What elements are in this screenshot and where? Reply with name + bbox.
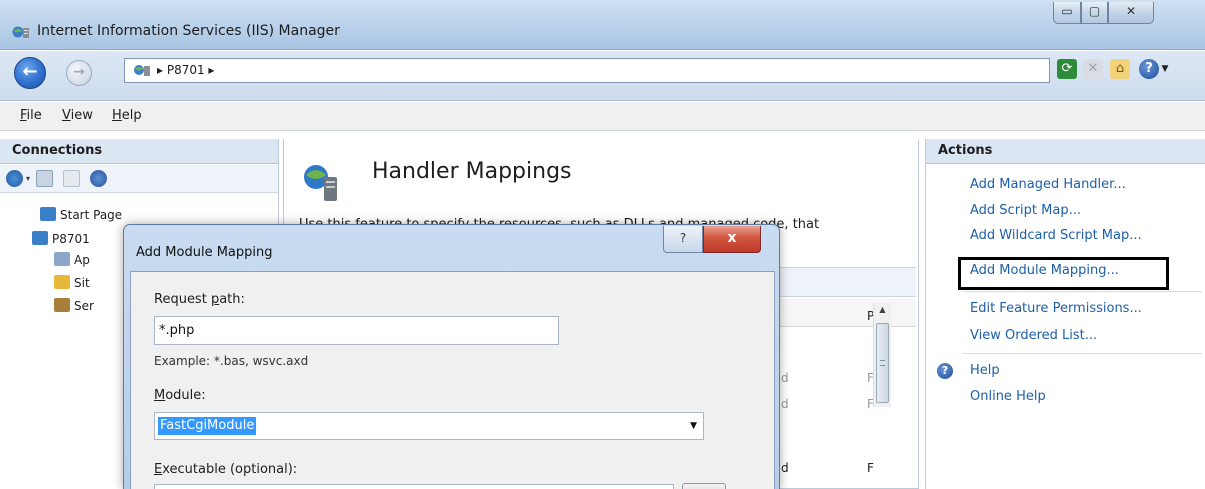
tree-item-server-farms[interactable]: Ser bbox=[54, 298, 94, 313]
handler-mappings-icon bbox=[304, 165, 337, 201]
close-icon: ✕ bbox=[1125, 4, 1137, 18]
executable-label: Executable (optional): bbox=[154, 462, 298, 477]
title-bar: Internet Information Services (IIS) Mana… bbox=[0, 0, 1205, 50]
back-button[interactable]: ← bbox=[14, 57, 46, 89]
actions-pane: Actions Add Managed Handler... Add Scrip… bbox=[925, 139, 1205, 489]
iis-app-icon bbox=[12, 26, 29, 38]
separator bbox=[962, 353, 1202, 354]
dialog-help-button[interactable]: ? bbox=[663, 226, 703, 253]
cell-letter: d bbox=[781, 371, 789, 385]
address-toolbar: ← → ▸ P8701 ▸ ⟳ ✕ ⌂ ? ▼ bbox=[0, 51, 1205, 101]
disconnect-icon[interactable] bbox=[90, 170, 107, 187]
grid-column-header bbox=[764, 299, 916, 327]
page-title: Handler Mappings bbox=[372, 159, 572, 184]
add-managed-handler-link[interactable]: Add Managed Handler... bbox=[970, 177, 1126, 192]
highlight-box bbox=[958, 257, 1169, 290]
help-icon: ? bbox=[679, 231, 687, 245]
sites-folder-icon bbox=[54, 275, 70, 289]
cell-letter: d bbox=[781, 461, 789, 475]
tree-item-server[interactable]: P8701 bbox=[32, 231, 90, 246]
address-path: ▸ P8701 ▸ bbox=[157, 63, 215, 77]
menu-bar: File View Help bbox=[0, 102, 1205, 131]
tree-item-sites[interactable]: Sit bbox=[54, 275, 90, 290]
cell-letter: d bbox=[781, 397, 789, 411]
request-path-example: Example: *.bas, wsvc.axd bbox=[154, 354, 309, 368]
add-wildcard-script-map-link[interactable]: Add Wildcard Script Map... bbox=[970, 228, 1142, 243]
home-icon[interactable]: ⌂ bbox=[1110, 59, 1130, 79]
address-bar[interactable]: ▸ P8701 ▸ bbox=[124, 58, 1050, 83]
module-selected-value: FastCgiModule bbox=[158, 417, 257, 435]
connections-header: Connections bbox=[0, 139, 278, 164]
scroll-up-icon[interactable]: ▲ bbox=[874, 305, 891, 314]
iis-server-icon bbox=[32, 231, 48, 245]
dialog-close-button[interactable]: x bbox=[703, 226, 761, 253]
request-path-input[interactable] bbox=[154, 316, 559, 345]
up-icon[interactable] bbox=[63, 170, 80, 187]
help-icon: ? bbox=[937, 363, 953, 379]
chevron-down-icon[interactable]: ▾ bbox=[26, 170, 34, 187]
dialog-body: Request path: Example: *.bas, wsvc.axd M… bbox=[130, 271, 775, 489]
online-help-link[interactable]: Online Help bbox=[970, 389, 1046, 404]
connections-toolbar: ▾ bbox=[0, 165, 278, 193]
stop-icon[interactable]: ✕ bbox=[1083, 59, 1103, 79]
add-module-mapping-dialog: Add Module Mapping ? x Request path: Exa… bbox=[123, 224, 780, 489]
view-ordered-list-link[interactable]: View Ordered List... bbox=[970, 328, 1097, 343]
close-icon: x bbox=[727, 230, 737, 246]
edit-feature-permissions-link[interactable]: Edit Feature Permissions... bbox=[970, 301, 1142, 316]
grip-icon bbox=[880, 360, 885, 366]
maximize-button[interactable]: ▢ bbox=[1081, 2, 1108, 24]
maximize-icon: ▢ bbox=[1088, 4, 1101, 18]
chevron-down-icon[interactable]: ▼ bbox=[690, 421, 697, 431]
request-path-label: Request path: bbox=[154, 292, 245, 307]
minimize-button[interactable]: ▭ bbox=[1053, 2, 1081, 24]
back-icon: ← bbox=[22, 61, 38, 82]
forward-button[interactable]: → bbox=[66, 60, 92, 86]
module-label: Module: bbox=[154, 388, 206, 403]
start-page-icon bbox=[40, 207, 56, 221]
module-select[interactable]: FastCgiModule ▼ bbox=[154, 412, 704, 440]
minimize-icon: ▭ bbox=[1061, 4, 1073, 18]
tree-item-app-pools[interactable]: Ap bbox=[54, 252, 90, 267]
menu-view[interactable]: View bbox=[62, 108, 93, 123]
grid-header bbox=[764, 267, 916, 297]
add-script-map-link[interactable]: Add Script Map... bbox=[970, 203, 1081, 218]
close-button[interactable]: ✕ bbox=[1108, 2, 1154, 24]
refresh-icon[interactable]: ⟳ bbox=[1057, 59, 1077, 79]
dialog-title: Add Module Mapping bbox=[136, 245, 273, 260]
menu-file[interactable]: File bbox=[20, 108, 42, 123]
connect-icon[interactable] bbox=[6, 170, 23, 187]
window-title: Internet Information Services (IIS) Mana… bbox=[37, 23, 340, 39]
server-farms-icon bbox=[54, 298, 70, 312]
actions-header: Actions bbox=[926, 139, 1205, 164]
help-link[interactable]: Help bbox=[970, 363, 1000, 378]
save-icon[interactable] bbox=[36, 170, 53, 187]
browse-button[interactable] bbox=[682, 483, 726, 489]
vertical-scrollbar[interactable]: ▲ bbox=[873, 303, 891, 407]
menu-help[interactable]: Help bbox=[112, 108, 142, 123]
forward-icon: → bbox=[73, 64, 85, 80]
scroll-thumb[interactable] bbox=[876, 323, 889, 403]
help-icon[interactable]: ? bbox=[1139, 59, 1159, 79]
chevron-down-icon[interactable]: ▼ bbox=[1159, 59, 1171, 79]
executable-input[interactable] bbox=[154, 484, 674, 489]
app-pools-icon bbox=[54, 252, 70, 266]
separator bbox=[962, 291, 1202, 292]
tree-item-start-page[interactable]: Start Page bbox=[40, 207, 122, 222]
iis-server-icon bbox=[134, 65, 150, 76]
cell-letter: F bbox=[867, 461, 874, 475]
